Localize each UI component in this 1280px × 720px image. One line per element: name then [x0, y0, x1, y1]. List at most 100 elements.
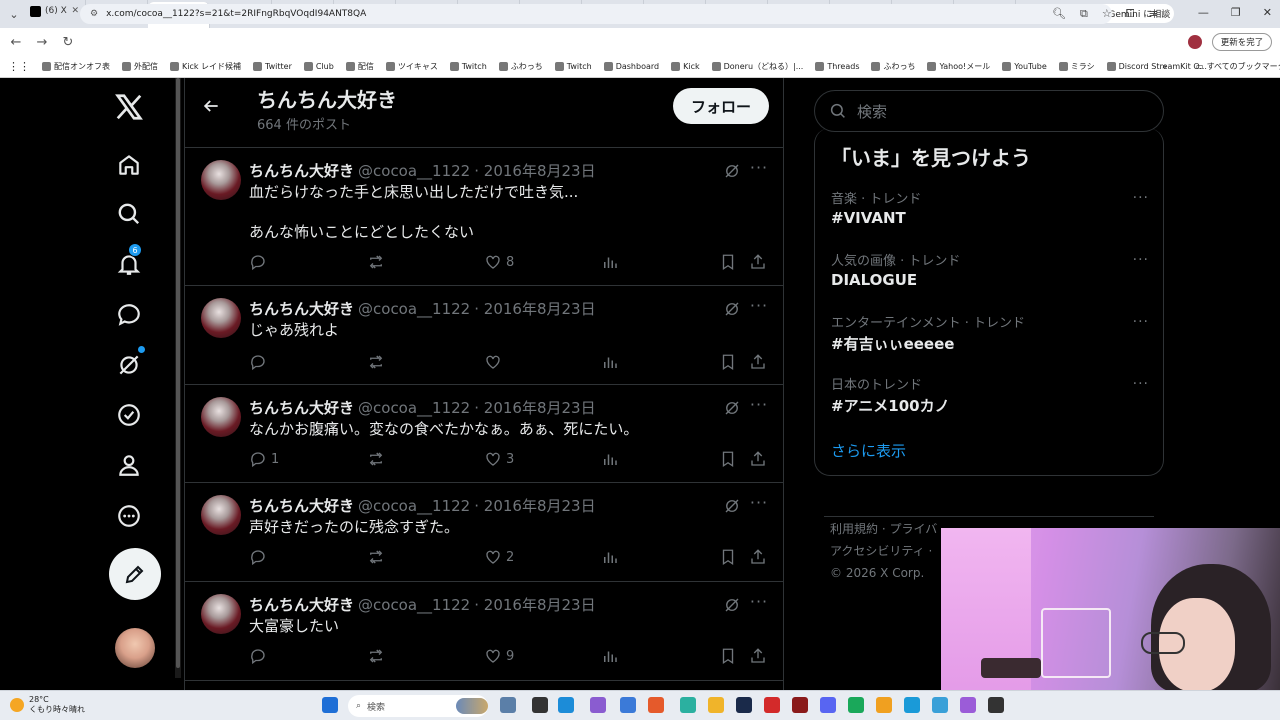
views-button[interactable]: [601, 547, 619, 567]
retweet-button[interactable]: [367, 646, 389, 666]
share-button[interactable]: [749, 646, 767, 666]
taskbar-app-icon[interactable]: [932, 697, 948, 713]
bookmark-item[interactable]: Discord StreamKit O...: [1106, 61, 1207, 72]
bookmark-item[interactable]: Dashboard: [603, 61, 659, 72]
update-button[interactable]: 更新を完了: [1212, 33, 1272, 51]
retweet-button[interactable]: [367, 547, 389, 567]
tweet[interactable]: ちんちん大好き @cocoa__1122 · 2016年8月23日 ··· 血だらけなっ…: [185, 148, 783, 286]
retweet-button[interactable]: [367, 352, 389, 372]
profile-avatar[interactable]: [1188, 35, 1202, 49]
taskbar-app-icon[interactable]: [708, 697, 724, 713]
share-button[interactable]: [749, 449, 767, 469]
reply-button[interactable]: [249, 352, 271, 372]
taskbar-app-icon[interactable]: [876, 697, 892, 713]
browser-tab[interactable]: (6) X ✕: [24, 0, 86, 22]
tweet[interactable]: ちんちん大好き @cocoa__1122 · 2016年8月23日 ··· 声好きだった…: [185, 483, 783, 582]
tweet-handle[interactable]: @cocoa__1122: [358, 497, 470, 515]
like-button[interactable]: 2: [484, 547, 514, 567]
maximize-icon[interactable]: ❐: [1231, 6, 1241, 19]
more-options-icon[interactable]: ···: [749, 160, 769, 180]
tweet-handle[interactable]: @cocoa__1122: [358, 300, 470, 318]
address-bar[interactable]: ⚙ x.com/cocoa__1122?s=21&t=2RIFngRbqVOqd…: [80, 4, 1112, 24]
grok-icon[interactable]: [723, 497, 741, 515]
tweet-date[interactable]: · 2016年8月23日: [474, 397, 595, 418]
bookmark-item[interactable]: ふわっち: [498, 61, 543, 72]
taskbar-search[interactable]: ⌕ 検索: [348, 695, 488, 717]
retweet-button[interactable]: [367, 252, 389, 272]
taskbar-app-icon[interactable]: [620, 697, 636, 713]
tab-search-chevron-icon[interactable]: ⌄: [4, 4, 24, 24]
bookmarks-overflow[interactable]: »: [1162, 62, 1167, 71]
taskbar-app-icon[interactable]: [648, 697, 664, 713]
tweet-date[interactable]: · 2016年8月23日: [474, 298, 595, 319]
like-button[interactable]: 8: [484, 252, 514, 272]
share-button[interactable]: [749, 252, 767, 272]
grok-icon[interactable]: [723, 300, 741, 318]
tweet[interactable]: ちんちん大好き @cocoa__1122 · 2016年8月23日 ··· じゃあ残れよ: [185, 286, 783, 385]
grok-icon[interactable]: [108, 344, 150, 386]
reply-button[interactable]: [249, 646, 271, 666]
trend-more-icon[interactable]: ···: [1133, 190, 1149, 206]
zoom-icon[interactable]: 🔍︎: [1052, 7, 1066, 21]
back-arrow-icon[interactable]: [201, 96, 221, 116]
bookmark-button[interactable]: [719, 449, 737, 469]
views-button[interactable]: [601, 449, 619, 469]
tweet[interactable]: ちんちん大好き @cocoa__1122 · 2016年8月23日 ··· なんかお腹痛…: [185, 385, 783, 483]
bookmark-star-icon[interactable]: ☆: [1102, 7, 1112, 21]
messages-icon[interactable]: [108, 294, 150, 336]
bookmark-item[interactable]: 配信: [345, 61, 374, 72]
trend-item[interactable]: 音楽 · トレンド #VIVANT ···: [831, 188, 1149, 227]
site-info-icon[interactable]: ⚙: [90, 9, 98, 19]
tweet-handle[interactable]: @cocoa__1122: [358, 596, 470, 614]
verified-icon[interactable]: [108, 394, 150, 436]
taskbar-app-icon[interactable]: [904, 697, 920, 713]
home-icon[interactable]: [108, 144, 150, 186]
tweet-handle[interactable]: @cocoa__1122: [358, 162, 470, 180]
like-button[interactable]: 9: [484, 646, 514, 666]
weather-widget[interactable]: 28°C くもり時々晴れ: [10, 695, 85, 715]
tweet-author-name[interactable]: ちんちん大好き: [249, 298, 354, 319]
x-logo-icon[interactable]: [108, 86, 150, 128]
tweet-date[interactable]: · 2016年8月23日: [474, 160, 595, 181]
taskbar-app-icon[interactable]: [764, 697, 780, 713]
tweet-author-name[interactable]: ちんちん大好き: [249, 594, 354, 615]
compose-post-button[interactable]: [109, 548, 161, 600]
search-icon[interactable]: [108, 193, 150, 235]
extensions-icon[interactable]: ⧠: [1126, 7, 1135, 21]
trend-more-icon[interactable]: ···: [1133, 252, 1149, 268]
tweet-author-name[interactable]: ちんちん大好き: [249, 160, 354, 181]
bookmark-item[interactable]: YouTube: [1002, 61, 1047, 72]
bookmark-button[interactable]: [719, 646, 737, 666]
views-button[interactable]: [601, 646, 619, 666]
taskbar-app-icon[interactable]: [792, 697, 808, 713]
tweet-avatar[interactable]: [201, 495, 241, 535]
bookmark-item[interactable]: Doneru（どねる）|...: [711, 61, 803, 72]
bookmark-item[interactable]: Yahoo!メール: [927, 61, 990, 72]
tweet-date[interactable]: · 2016年8月23日: [474, 594, 595, 615]
taskbar-app-icon[interactable]: [960, 697, 976, 713]
taskbar-app-icon[interactable]: [500, 697, 516, 713]
tweet-author-name[interactable]: ちんちん大好き: [249, 495, 354, 516]
more-circle-icon[interactable]: [108, 495, 150, 537]
trend-more-icon[interactable]: ···: [1133, 314, 1149, 330]
more-options-icon[interactable]: ···: [749, 495, 769, 515]
trend-more-icon[interactable]: ···: [1133, 376, 1149, 392]
views-button[interactable]: [601, 252, 619, 272]
bookmark-button[interactable]: [719, 352, 737, 372]
notifications-icon[interactable]: 6: [108, 243, 150, 285]
bookmark-button[interactable]: [719, 547, 737, 567]
tweet-handle[interactable]: @cocoa__1122: [358, 399, 470, 417]
retweet-button[interactable]: [367, 449, 389, 469]
bookmark-item[interactable]: 配信オンオフ表: [42, 61, 110, 72]
bookmark-item[interactable]: Kick レイド候補: [170, 61, 241, 72]
left-scrollbar-thumb[interactable]: [176, 78, 180, 668]
bookmark-button[interactable]: [719, 252, 737, 272]
tweet-author-name[interactable]: ちんちん大好き: [249, 397, 354, 418]
bookmark-item[interactable]: ふわっち: [871, 61, 915, 72]
reply-button[interactable]: 1: [249, 449, 279, 469]
start-windows-icon[interactable]: [322, 697, 338, 713]
tweet-avatar[interactable]: [201, 397, 241, 437]
apps-grid-icon[interactable]: ⋮⋮: [8, 60, 30, 73]
tweet-avatar[interactable]: [201, 594, 241, 634]
tweet-avatar[interactable]: [201, 160, 241, 200]
